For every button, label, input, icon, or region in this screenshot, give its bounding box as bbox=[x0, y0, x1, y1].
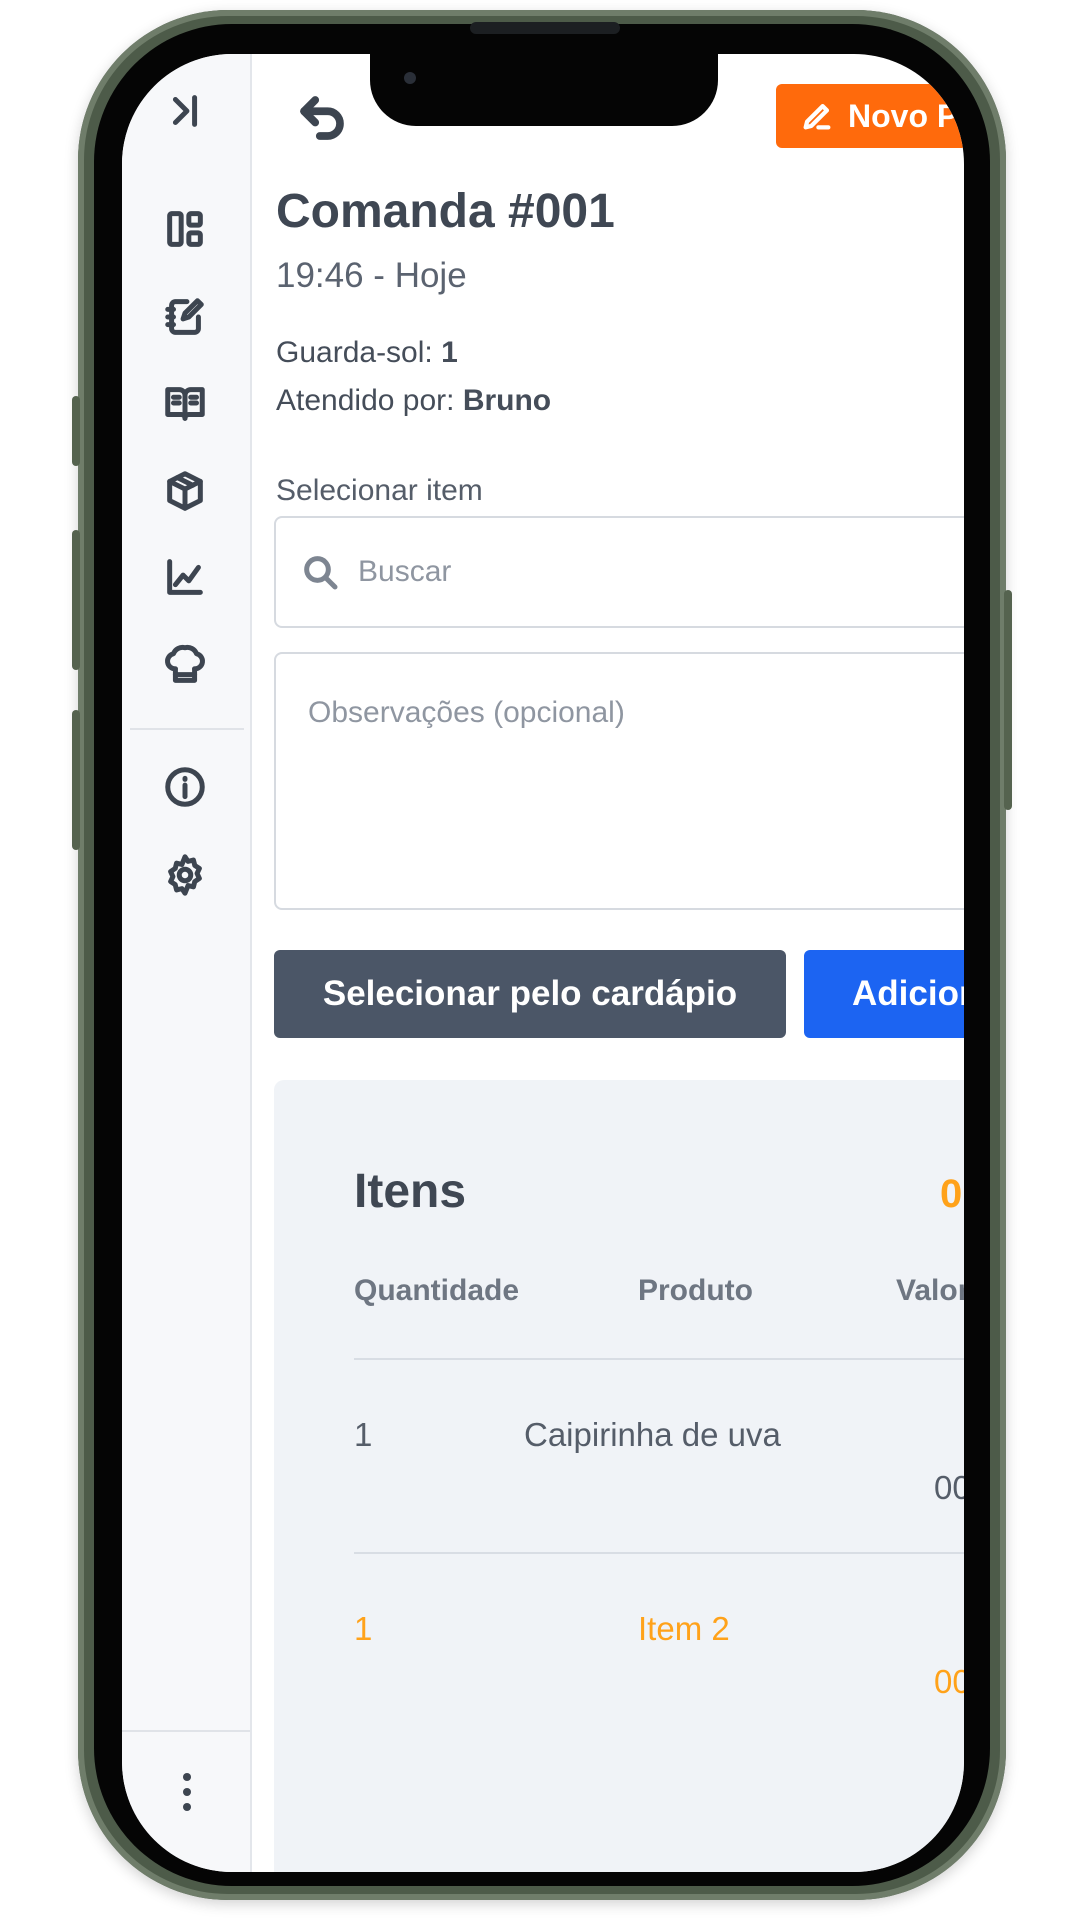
new-order-button[interactable]: Novo Pedido bbox=[776, 84, 964, 148]
row-value-amount: 00,00 bbox=[934, 1663, 964, 1700]
search-icon bbox=[304, 556, 338, 590]
collapse-sidebar-icon[interactable] bbox=[160, 86, 210, 136]
phone-volume-down-button bbox=[72, 710, 80, 850]
front-camera bbox=[404, 72, 416, 84]
chef-hat-icon[interactable] bbox=[160, 640, 210, 690]
sidebar bbox=[122, 54, 252, 1872]
phone-notch bbox=[370, 52, 718, 126]
search-input[interactable]: Buscar bbox=[274, 516, 964, 628]
row-product: Item 2 bbox=[638, 1610, 730, 1647]
more-options-icon[interactable] bbox=[172, 1768, 202, 1818]
page-title: Comanda #001 bbox=[276, 185, 615, 238]
search-placeholder: Buscar bbox=[358, 555, 452, 588]
pencil-icon bbox=[803, 103, 831, 130]
back-undo-icon[interactable] bbox=[292, 88, 352, 148]
umbrella-label: Guarda-sol: bbox=[276, 336, 433, 369]
select-from-menu-button[interactable]: Selecionar pelo cardápio bbox=[274, 950, 786, 1038]
served-by-info: Atendido por: Bruno bbox=[276, 384, 551, 418]
umbrella-info: Guarda-sol: 1 bbox=[276, 336, 458, 370]
sidebar-bottom-divider bbox=[122, 1730, 250, 1732]
items-panel: Itens 0 Quantidade Produto Valor 1 Caipi… bbox=[274, 1080, 964, 1872]
phone-power-button bbox=[1004, 590, 1012, 810]
row-value-currency: R$ bbox=[934, 1598, 964, 1654]
order-time: 19:46 - Hoje bbox=[276, 256, 467, 295]
settings-gear-icon[interactable] bbox=[160, 850, 210, 900]
served-by-label: Atendido por: bbox=[276, 384, 455, 417]
sidebar-divider bbox=[130, 728, 244, 730]
table-row: 1 Item 2 R$ 00,00 bbox=[274, 1080, 964, 1872]
chart-line-icon[interactable] bbox=[160, 552, 210, 602]
phone-volume-up-button bbox=[72, 530, 80, 670]
umbrella-value: 1 bbox=[441, 336, 458, 369]
menu-book-icon[interactable] bbox=[160, 378, 210, 428]
notes-textarea[interactable]: Observações (opcional) bbox=[274, 652, 964, 910]
box-package-icon[interactable] bbox=[160, 466, 210, 516]
info-icon[interactable] bbox=[160, 762, 210, 812]
served-by-value: Bruno bbox=[462, 384, 552, 417]
add-item-button[interactable]: Adicionar bbox=[804, 950, 964, 1038]
notes-placeholder: Observações (opcional) bbox=[308, 696, 625, 729]
dashboard-icon[interactable] bbox=[160, 204, 210, 254]
row-quantity: 1 bbox=[354, 1610, 373, 1647]
phone-side-button bbox=[72, 396, 80, 466]
new-order-button-label: Novo Pedido bbox=[848, 97, 964, 134]
orders-notebook-icon[interactable] bbox=[160, 292, 210, 342]
select-item-label: Selecionar item bbox=[276, 474, 483, 507]
app-screen: Novo Pedido Comanda #001 19:46 - Hoje Gu… bbox=[122, 54, 964, 1872]
phone-speaker bbox=[470, 22, 620, 34]
